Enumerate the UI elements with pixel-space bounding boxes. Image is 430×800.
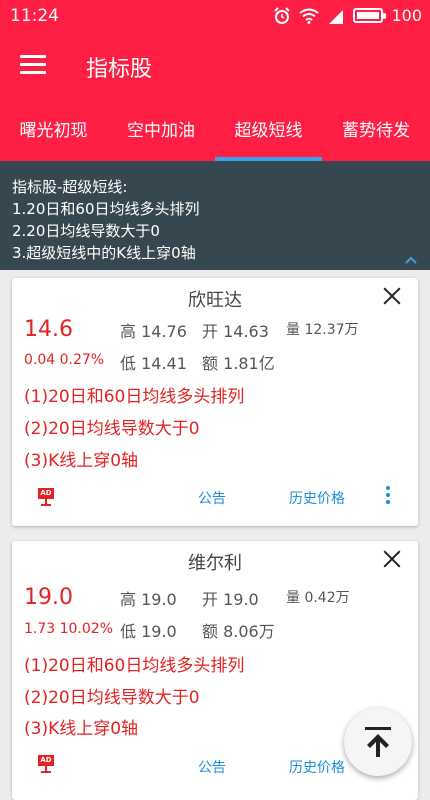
condition-1: (1)20日和60日均线多头排列 xyxy=(24,387,245,407)
stock-low: 低 19.0 xyxy=(120,622,177,641)
stock-open: 开 14.63 xyxy=(202,322,269,341)
stock-high: 高 19.0 xyxy=(120,590,177,609)
tab-kongzhong[interactable]: 空中加油 xyxy=(107,101,215,161)
battery-icon xyxy=(353,8,387,23)
stock-high: 高 14.76 xyxy=(120,322,187,341)
ad-icon[interactable]: AD xyxy=(38,755,54,773)
condition-2: (2)20日均线导数大于0 xyxy=(24,419,200,439)
stock-open: 开 19.0 xyxy=(202,590,259,609)
stock-name: 欣旺达 xyxy=(188,290,242,311)
status-bar: 11:24 100 xyxy=(0,0,430,33)
stock-volume: 量 12.37万 xyxy=(286,322,359,338)
app-bar: 指标股 xyxy=(0,33,430,101)
stock-volume: 量 0.42万 xyxy=(286,590,350,606)
condition-2: (2)20日均线导数大于0 xyxy=(24,688,200,708)
stock-low: 低 14.41 xyxy=(120,354,187,373)
stock-amount: 额 8.06万 xyxy=(202,622,275,641)
notice-link[interactable]: 公告 xyxy=(198,488,226,508)
signal-icon xyxy=(329,9,344,24)
more-vert-icon[interactable] xyxy=(386,486,392,507)
stock-price: 14.6 xyxy=(24,317,73,342)
stock-change: 0.04 0.27% xyxy=(24,352,105,368)
close-icon[interactable] xyxy=(380,284,404,308)
ad-icon[interactable]: AD xyxy=(38,488,54,506)
menu-icon[interactable] xyxy=(20,55,46,77)
condition-3: (3)K线上穿0轴 xyxy=(24,719,139,739)
status-icons: 100 xyxy=(273,6,422,25)
stock-amount: 额 1.81亿 xyxy=(202,354,275,373)
info-line: 1.20日和60日均线多头排列 xyxy=(12,200,200,218)
strategy-info-panel: 指标股-超级短线: 1.20日和60日均线多头排列 2.20日均线导数大于0 3… xyxy=(0,161,430,270)
history-price-link[interactable]: 历史价格 xyxy=(289,488,345,508)
alarm-icon xyxy=(274,6,291,24)
stock-card[interactable]: 欣旺达 14.6 0.04 0.27% 高 14.76 开 14.63 量 12… xyxy=(12,278,418,526)
stock-name: 维尔利 xyxy=(188,553,242,574)
page-title: 指标股 xyxy=(86,57,153,82)
tab-chaoji[interactable]: 超级短线 xyxy=(215,101,322,161)
scroll-top-icon xyxy=(365,727,391,757)
stock-change: 1.73 10.02% xyxy=(24,621,114,637)
stock-price: 19.0 xyxy=(24,585,73,610)
tab-bar: 曙光初现 空中加油 超级短线 蓄势待发 xyxy=(0,101,430,161)
scroll-top-button[interactable] xyxy=(344,708,412,776)
tab-shuguang[interactable]: 曙光初现 xyxy=(0,101,107,161)
tab-xushi[interactable]: 蓄势待发 xyxy=(322,101,430,161)
chevron-up-icon[interactable] xyxy=(405,256,417,264)
condition-3: (3)K线上穿0轴 xyxy=(24,451,139,471)
info-line: 2.20日均线导数大于0 xyxy=(12,222,160,240)
status-time: 11:24 xyxy=(10,6,59,26)
notice-link[interactable]: 公告 xyxy=(198,757,226,777)
history-price-link[interactable]: 历史价格 xyxy=(289,757,345,777)
condition-1: (1)20日和60日均线多头排列 xyxy=(24,656,245,676)
info-line: 3.超级短线中的K线上穿0轴 xyxy=(12,244,196,262)
battery-level: 100 xyxy=(391,6,422,25)
close-icon[interactable] xyxy=(380,547,404,571)
info-line: 指标股-超级短线: xyxy=(12,178,128,196)
wifi-icon xyxy=(299,8,320,24)
